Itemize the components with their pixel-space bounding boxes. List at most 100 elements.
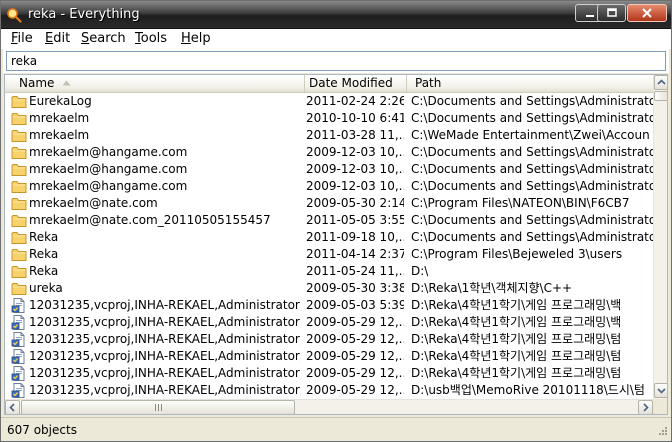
row-name: ureka: [29, 281, 63, 295]
results-list[interactable]: Name Date Modified Path EurekaLog 2011-02…: [4, 74, 668, 415]
status-bar: 607 objects: [1, 417, 671, 441]
column-date-modified[interactable]: Date Modified: [305, 75, 407, 93]
row-name: Reka: [29, 230, 59, 244]
column-path[interactable]: Path: [407, 75, 653, 93]
row-path: C:\WeMade Entertainment\Zwei\Accoun: [411, 128, 650, 142]
close-button[interactable]: [627, 4, 667, 22]
arrow-right-icon: [643, 403, 649, 412]
sort-ascending-icon: [62, 80, 71, 86]
scroll-down-button[interactable]: [654, 383, 667, 398]
row-name: mrekaelm: [29, 128, 90, 142]
row-path: C:\Documents and Settings\Administrato: [411, 94, 653, 108]
row-name: EurekaLog: [29, 94, 92, 108]
table-row[interactable]: 12031235,vcproj,INHA-REKAEL,Administrato…: [5, 331, 653, 348]
folder-icon: [11, 162, 27, 177]
row-path: C:\Documents and Settings\Administrato: [411, 179, 653, 193]
project-file-icon: [11, 332, 27, 347]
menu-edit[interactable]: Edit: [45, 31, 70, 47]
status-object-count: 607 objects: [7, 423, 77, 437]
title-bar[interactable]: reka - Everything: [1, 1, 671, 29]
window-title: reka - Everything: [28, 7, 140, 22]
table-row[interactable]: EurekaLog 2011-02-24 2:26 C:\Documents and…: [5, 93, 653, 110]
folder-icon: [11, 213, 27, 228]
row-path: C:\Documents and Settings\Administrato: [411, 162, 653, 176]
row-date-modified: 2009-05-30 2:14: [306, 196, 404, 210]
row-name: mrekaelm@nate.com: [29, 196, 158, 210]
folder-icon: [11, 111, 27, 126]
table-row[interactable]: Reka 2011-04-14 2:37 C:\Program Files\Beje…: [5, 246, 653, 263]
everything-window: reka - Everything File Edit Search Tools…: [0, 0, 672, 442]
folder-icon: [11, 128, 27, 143]
table-row[interactable]: mrekaelm@hangame.com 2009-12-03 10,.. C:\D…: [5, 178, 653, 195]
row-path: C:\Documents and Settings\Administrato: [411, 145, 653, 159]
maximize-button[interactable]: [597, 4, 626, 22]
table-row[interactable]: 12031235,vcproj,INHA-REKAEL,Administrato…: [5, 365, 653, 382]
table-row[interactable]: 12031235,vcproj,INHA-REKAEL,Administrato…: [5, 382, 653, 399]
row-path: C:\Program Files\NATEON\BIN\F6CB7: [411, 196, 630, 210]
row-name: Reka: [29, 264, 59, 278]
grip-icon: [155, 404, 163, 411]
row-path: D:\Reka\4학년1학기\게임 프로그래밍\백: [411, 315, 622, 329]
row-date-modified: 2009-05-29 12,..: [306, 315, 404, 329]
row-date-modified: 2009-12-03 10,..: [306, 145, 404, 159]
table-row[interactable]: 12031235,vcproj,INHA-REKAEL,Administrato…: [5, 297, 653, 314]
row-name: mrekaelm@hangame.com: [29, 179, 188, 193]
close-icon: [642, 8, 652, 18]
vertical-scroll-thumb[interactable]: [654, 91, 667, 101]
table-row[interactable]: Reka 2011-09-18 10,.. C:\Documents and Set…: [5, 229, 653, 246]
arrow-left-icon: [9, 403, 15, 412]
project-file-icon: [11, 383, 27, 398]
row-path: D:\Reka\4학년1학기\게임 프로그래밍\텀: [411, 366, 622, 380]
row-name: mrekaelm@hangame.com: [29, 145, 188, 159]
table-row[interactable]: mrekaelm@nate.com_20110505155457 2011-05-…: [5, 212, 653, 229]
minimize-icon: [585, 15, 594, 17]
folder-icon: [11, 145, 27, 160]
row-path: D:\Reka\4학년1학기\게임 프로그래밍\백: [411, 298, 622, 312]
table-row[interactable]: mrekaelm 2010-10-10 6:41 C:\Documents and …: [5, 110, 653, 127]
row-name: mrekaelm@nate.com_20110505155457: [29, 213, 271, 227]
folder-icon: [11, 281, 27, 296]
project-file-icon: [11, 366, 27, 381]
table-row[interactable]: mrekaelm@nate.com 2009-05-30 2:14 C:\Progr…: [5, 195, 653, 212]
vertical-scrollbar[interactable]: [653, 75, 667, 399]
row-path: C:\Documents and Settings\Administrato: [411, 213, 653, 227]
menu-file[interactable]: File: [11, 31, 33, 47]
scroll-up-button[interactable]: [654, 75, 667, 90]
menu-tools[interactable]: Tools: [135, 31, 167, 47]
row-date-modified: 2011-03-28 11,..: [306, 128, 404, 142]
horizontal-scrollbar[interactable]: [5, 399, 653, 414]
menu-search[interactable]: Search: [81, 31, 126, 47]
row-name: 12031235,vcproj,INHA-REKAEL,Administrato…: [29, 349, 301, 363]
row-path: C:\Documents and Settings\Administrato: [411, 230, 653, 244]
folder-icon: [11, 264, 27, 279]
arrow-up-icon: [657, 79, 666, 85]
row-name: 12031235,vcproj,INHA-REKAEL,Administrato…: [29, 366, 301, 380]
scroll-right-button[interactable]: [638, 400, 653, 414]
row-name: Reka: [29, 247, 59, 261]
table-row[interactable]: mrekaelm@hangame.com 2009-12-03 10,.. C:\D…: [5, 144, 653, 161]
table-row[interactable]: 12031235,vcproj,INHA-REKAEL,Administrato…: [5, 314, 653, 331]
table-row[interactable]: ureka 2009-05-30 3:38 D:\Reka\1학년\객체지향\C++: [5, 280, 653, 297]
project-file-icon: [11, 315, 27, 330]
resize-grip-icon[interactable]: [656, 426, 668, 438]
row-date-modified: 2009-05-29 12,..: [306, 349, 404, 363]
scroll-left-button[interactable]: [5, 400, 20, 414]
row-path: D:\usb백업\MemoRive 20101118\드시\텀: [411, 383, 645, 397]
row-date-modified: 2009-12-03 10,..: [306, 162, 404, 176]
menu-bar: File Edit Search Tools Help: [1, 29, 671, 49]
table-row[interactable]: 12031235,vcproj,INHA-REKAEL,Administrato…: [5, 348, 653, 365]
table-row[interactable]: mrekaelm 2011-03-28 11,.. C:\WeMade Entert…: [5, 127, 653, 144]
row-path: D:\Reka\1학년\객체지향\C++: [411, 281, 573, 295]
folder-icon: [11, 179, 27, 194]
folder-icon: [11, 230, 27, 245]
everything-app-icon[interactable]: [6, 7, 22, 23]
table-row[interactable]: Reka 2011-05-24 11,.. D:\: [5, 263, 653, 280]
table-row[interactable]: mrekaelm@hangame.com 2009-12-03 10,.. C:\D…: [5, 161, 653, 178]
search-input[interactable]: [6, 51, 666, 71]
column-name[interactable]: Name: [5, 75, 305, 93]
horizontal-scroll-thumb[interactable]: [21, 400, 295, 414]
row-name: mrekaelm@hangame.com: [29, 162, 188, 176]
menu-help[interactable]: Help: [181, 31, 211, 47]
folder-icon: [11, 247, 27, 262]
row-date-modified: 2009-05-29 12,..: [306, 383, 404, 397]
